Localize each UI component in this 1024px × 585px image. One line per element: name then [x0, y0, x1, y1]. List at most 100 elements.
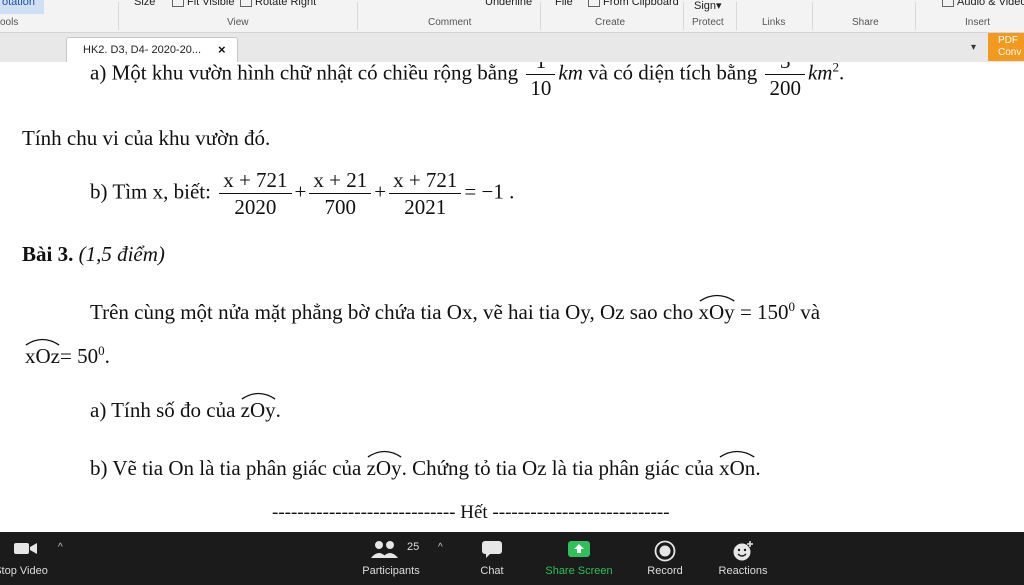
- text: . Chứng tỏ tia Oz là tia phân giác của: [401, 456, 714, 480]
- ribbon-annotation-item[interactable]: otation: [2, 0, 35, 8]
- numerator: 3: [765, 62, 805, 75]
- group-create-label: Create: [595, 17, 626, 28]
- problem-3a: a) Tính số đo của zOy.: [90, 392, 281, 423]
- chat-bubble-icon: [482, 541, 502, 558]
- document-tab[interactable]: HK2. D3, D4- 2020-20... ×: [66, 37, 238, 63]
- numerator: x + 21: [309, 167, 372, 194]
- ribbon-rotate-right-item[interactable]: Rotate Right: [240, 0, 316, 8]
- ribbon-fit-visible-item[interactable]: Fit Visible: [172, 0, 234, 8]
- section-heading: Bài 3. (1,5 điểm): [22, 242, 165, 267]
- share-screen-button[interactable]: Share Screen: [540, 532, 618, 585]
- text: .: [838, 62, 845, 85]
- ribbon-divider: [736, 2, 737, 30]
- audio-video-icon: [942, 0, 954, 8]
- ribbon-divider: [915, 2, 916, 30]
- pdf-badge-line2: Conv: [998, 47, 1022, 58]
- fraction-three-two-hundredths: 3200: [765, 62, 805, 101]
- participants-options-caret[interactable]: ^: [438, 542, 443, 553]
- group-share-label: Share: [852, 17, 879, 28]
- reactions-button[interactable]: Reactions: [714, 532, 772, 585]
- tab-list-dropdown-icon[interactable]: ▾: [971, 42, 976, 53]
- video-options-caret[interactable]: ^: [58, 542, 63, 553]
- numerator: x + 721: [389, 167, 462, 194]
- denominator: 700: [324, 195, 357, 219]
- angle-xoy: xOy: [699, 294, 735, 325]
- denominator: 2021: [404, 195, 447, 219]
- ribbon-divider: [357, 2, 358, 30]
- text: b) Vẽ tia On là tia phân giác của: [90, 456, 362, 480]
- share-screen-icon: [568, 541, 590, 557]
- text: .: [104, 344, 110, 368]
- angle-label: xOz: [25, 344, 60, 368]
- unit-km: km: [558, 62, 583, 85]
- ribbon-divider: [540, 2, 541, 30]
- ribbon-sign-item[interactable]: Sign▾: [694, 0, 722, 12]
- ribbon-divider: [683, 2, 684, 30]
- ribbon-underline-item[interactable]: Underline: [485, 0, 532, 8]
- document-page: a) Một khu vườn hình chữ nhật có chiều r…: [0, 62, 1024, 532]
- record-icon: [654, 540, 676, 562]
- fraction-one-tenth: 110: [526, 62, 556, 101]
- unit-km: km: [807, 62, 833, 85]
- participants-button[interactable]: 25 Participants: [355, 532, 427, 585]
- record-button[interactable]: Record: [642, 532, 688, 585]
- participants-label: Participants: [362, 565, 420, 577]
- fraction-x-721-over-2021: x + 721 2021: [389, 167, 462, 220]
- stop-video-label: Stop Video: [0, 565, 48, 577]
- chat-button[interactable]: Chat: [472, 532, 512, 585]
- participants-icon: [371, 541, 398, 558]
- text: a) Một khu vườn hình chữ nhật có chiều r…: [90, 62, 519, 85]
- participants-count: 25: [407, 541, 420, 553]
- angle-zoy: zOy: [241, 392, 276, 423]
- numerator: 1: [526, 62, 556, 75]
- clipboard-icon: [588, 0, 600, 8]
- meeting-toolbar: Stop Video ^ 25 Participants ^ Chat Shar…: [0, 532, 1024, 585]
- record-label: Record: [647, 565, 683, 577]
- document-tab-label: HK2. D3, D4- 2020-20...: [83, 44, 202, 56]
- close-icon[interactable]: ×: [218, 42, 226, 57]
- document-tab-bar: HK2. D3, D4- 2020-20... × ▾: [0, 33, 1024, 63]
- ribbon-audio-video-item[interactable]: Audio & Video: [942, 0, 1024, 8]
- fraction-x-721-over-2020: x + 721 2020: [219, 167, 292, 220]
- text: và có diện tích bằng: [588, 62, 758, 85]
- text: và: [800, 300, 821, 324]
- ribbon-divider: [118, 2, 119, 30]
- denominator: 2020: [234, 195, 277, 219]
- text: Trên cùng một nửa mặt phẳng bờ chứa tia …: [90, 300, 694, 324]
- text: a) Tính số đo của: [90, 398, 236, 422]
- chat-label: Chat: [480, 565, 504, 577]
- angle-label: zOy: [240, 398, 276, 422]
- reactions-label: Reactions: [718, 565, 768, 577]
- text: .: [275, 398, 281, 422]
- ribbon-divider: [812, 2, 813, 30]
- smiley-icon: [733, 541, 753, 561]
- group-links-label: Links: [762, 17, 786, 28]
- section-points: (1,5 điểm): [78, 242, 165, 266]
- ribbon-toolbar: otation Size Fit Visible Rotate Right Un…: [0, 0, 1024, 33]
- stop-video-button[interactable]: Stop Video: [0, 532, 58, 585]
- angle-xon: xOn: [719, 450, 755, 481]
- group-protect-label: Protect: [692, 17, 724, 28]
- plus-sign: +: [294, 179, 307, 204]
- group-comment-label: Comment: [428, 17, 472, 28]
- pdf-convert-badge[interactable]: PDF Conv: [988, 33, 1024, 61]
- plus-sign: +: [374, 179, 387, 204]
- group-tools-label: ools: [0, 17, 19, 28]
- fraction-x-21-over-700: x + 21 700: [309, 167, 372, 220]
- ribbon-file-item[interactable]: File: [555, 0, 573, 8]
- group-view-label: View: [227, 17, 249, 28]
- problem-b-equation: b) Tìm x, biết: x + 721 2020 + x + 21 700 + x …: [90, 167, 514, 220]
- text: b) Tìm x, biết:: [90, 179, 211, 204]
- text: = 150: [739, 300, 789, 324]
- ribbon-from-clipboard-item[interactable]: From Clipboard: [588, 0, 679, 8]
- angle-xoz: xOz: [25, 338, 60, 369]
- numerator: x + 721: [219, 167, 292, 194]
- text: = −1 .: [464, 179, 515, 204]
- section-title: Bài 3.: [22, 242, 74, 266]
- angle-label: xOn: [719, 456, 756, 480]
- rotate-right-icon: [240, 0, 252, 8]
- share-screen-label: Share Screen: [545, 565, 613, 577]
- problem-a-question: Tính chu vi của khu vườn đó.: [22, 126, 271, 150]
- end-marker: ----------------------------- Hết ------…: [272, 502, 670, 523]
- ribbon-size-item[interactable]: Size: [134, 0, 155, 8]
